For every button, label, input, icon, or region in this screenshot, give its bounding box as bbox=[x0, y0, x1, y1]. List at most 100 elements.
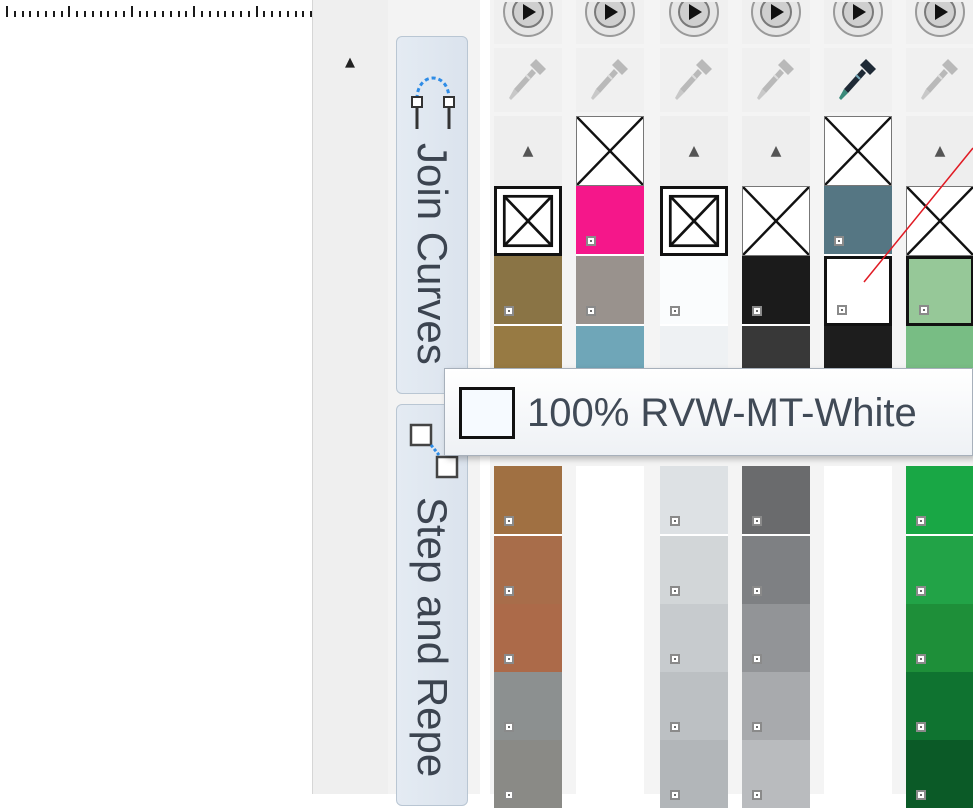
tab-step-and-repeat[interactable]: Step and Repe bbox=[396, 404, 468, 806]
ruler-tick bbox=[286, 11, 289, 17]
swatch-marker-icon bbox=[670, 722, 680, 732]
tab-join-curves-label: Join Curves bbox=[409, 143, 456, 365]
color-swatch[interactable] bbox=[824, 536, 892, 606]
color-swatch[interactable] bbox=[906, 604, 973, 674]
palette-play-button[interactable] bbox=[494, 0, 562, 44]
ruler-tick bbox=[21, 11, 24, 17]
ruler-tick bbox=[154, 11, 157, 17]
color-swatch[interactable] bbox=[494, 604, 562, 674]
color-swatch[interactable] bbox=[742, 466, 810, 536]
color-swatch[interactable] bbox=[906, 466, 973, 536]
palette-scroll-up-button[interactable]: ▲ bbox=[494, 116, 562, 186]
color-swatch[interactable] bbox=[494, 740, 562, 810]
color-swatch[interactable] bbox=[824, 466, 892, 536]
no-color-swatch[interactable] bbox=[494, 186, 562, 256]
color-swatch[interactable] bbox=[660, 672, 728, 742]
color-swatch[interactable] bbox=[906, 256, 973, 326]
color-swatch[interactable] bbox=[576, 604, 644, 674]
color-swatch[interactable] bbox=[824, 604, 892, 674]
palette-eyedropper-button[interactable] bbox=[576, 48, 644, 112]
color-swatch[interactable] bbox=[576, 536, 644, 606]
swatch-marker-icon bbox=[670, 654, 680, 664]
ruler-tick bbox=[185, 11, 188, 17]
palette-scroll-up-button[interactable]: ▲ bbox=[906, 116, 973, 186]
swatch-marker-icon bbox=[752, 790, 762, 800]
palette-play-button[interactable] bbox=[660, 0, 728, 44]
no-color-swatch[interactable] bbox=[906, 186, 973, 256]
ruler-tick bbox=[279, 11, 281, 17]
color-swatch[interactable] bbox=[742, 604, 810, 674]
chevron-up-icon: ▲ bbox=[770, 143, 782, 159]
color-swatch[interactable] bbox=[576, 740, 644, 810]
scroll-up-arrow-icon[interactable]: ▲ bbox=[337, 52, 363, 72]
drawing-canvas[interactable] bbox=[0, 22, 312, 794]
color-swatch[interactable] bbox=[494, 672, 562, 742]
swatch-marker-icon bbox=[834, 236, 844, 246]
color-swatch[interactable] bbox=[494, 466, 562, 536]
palette-eyedropper-button[interactable] bbox=[906, 48, 973, 112]
no-color-x-icon bbox=[668, 194, 720, 248]
color-swatch[interactable] bbox=[494, 536, 562, 606]
eyedropper-icon bbox=[509, 59, 546, 100]
color-swatch[interactable] bbox=[660, 256, 728, 326]
play-icon bbox=[915, 2, 965, 37]
chevron-up-icon: ▲ bbox=[688, 143, 700, 159]
palette-scroll-up-button[interactable]: ▲ bbox=[660, 116, 728, 186]
swatch-marker-icon bbox=[670, 790, 680, 800]
chevron-up-icon: ▲ bbox=[934, 143, 946, 159]
ruler-tick bbox=[84, 11, 86, 17]
ruler-tick bbox=[193, 6, 196, 17]
color-swatch[interactable] bbox=[660, 740, 728, 810]
color-swatch[interactable] bbox=[742, 740, 810, 810]
ruler-tick bbox=[294, 11, 297, 17]
swatch-marker-icon bbox=[504, 306, 514, 316]
palette-eyedropper-button[interactable] bbox=[742, 48, 810, 112]
color-swatch[interactable] bbox=[742, 672, 810, 742]
color-swatch[interactable] bbox=[576, 466, 644, 536]
color-swatch[interactable] bbox=[494, 256, 562, 326]
color-swatch[interactable] bbox=[576, 672, 644, 742]
eyedropper-icon bbox=[591, 59, 628, 100]
palette-play-button[interactable] bbox=[742, 0, 810, 44]
palette-eyedropper-button[interactable] bbox=[494, 48, 562, 112]
color-swatch[interactable] bbox=[742, 536, 810, 606]
color-swatch[interactable] bbox=[576, 256, 644, 326]
no-color-swatch[interactable] bbox=[576, 116, 644, 186]
ruler-tick bbox=[201, 11, 203, 17]
palette-play-button[interactable] bbox=[576, 0, 644, 44]
color-swatch[interactable] bbox=[660, 536, 728, 606]
color-swatch[interactable] bbox=[824, 256, 892, 326]
color-swatch[interactable] bbox=[824, 186, 892, 256]
color-swatch[interactable] bbox=[824, 740, 892, 810]
color-swatch[interactable] bbox=[660, 466, 728, 536]
palette-eyedropper-button[interactable] bbox=[660, 48, 728, 112]
palette-scroll-up-button[interactable]: ▲ bbox=[742, 116, 810, 186]
palette-play-button[interactable] bbox=[824, 0, 892, 44]
color-swatch[interactable] bbox=[576, 186, 644, 256]
swatch-marker-icon bbox=[670, 306, 680, 316]
swatch-marker-icon bbox=[504, 722, 514, 732]
palette-play-button[interactable] bbox=[906, 0, 973, 44]
swatch-marker-icon bbox=[837, 305, 847, 315]
tab-join-curves[interactable]: Join Curves bbox=[396, 36, 468, 394]
no-color-swatch[interactable] bbox=[824, 116, 892, 186]
color-swatch[interactable] bbox=[742, 256, 810, 326]
no-color-swatch[interactable] bbox=[742, 186, 810, 256]
color-swatch[interactable] bbox=[906, 740, 973, 810]
play-icon bbox=[751, 2, 801, 37]
palette-eyedropper-button[interactable] bbox=[824, 48, 892, 112]
ruler-tick bbox=[224, 11, 227, 17]
ruler-tick bbox=[146, 11, 149, 17]
color-swatch[interactable] bbox=[906, 536, 973, 606]
play-icon bbox=[585, 2, 635, 37]
color-swatch[interactable] bbox=[906, 672, 973, 742]
swatch-marker-icon bbox=[586, 306, 596, 316]
color-swatch[interactable] bbox=[824, 672, 892, 742]
ruler-tick bbox=[123, 11, 125, 17]
swatch-marker-icon bbox=[504, 654, 514, 664]
ruler-tick bbox=[115, 11, 118, 17]
color-swatch[interactable] bbox=[660, 604, 728, 674]
no-color-swatch[interactable] bbox=[660, 186, 728, 256]
ruler-tick bbox=[13, 11, 16, 17]
ruler-tick bbox=[169, 11, 172, 17]
